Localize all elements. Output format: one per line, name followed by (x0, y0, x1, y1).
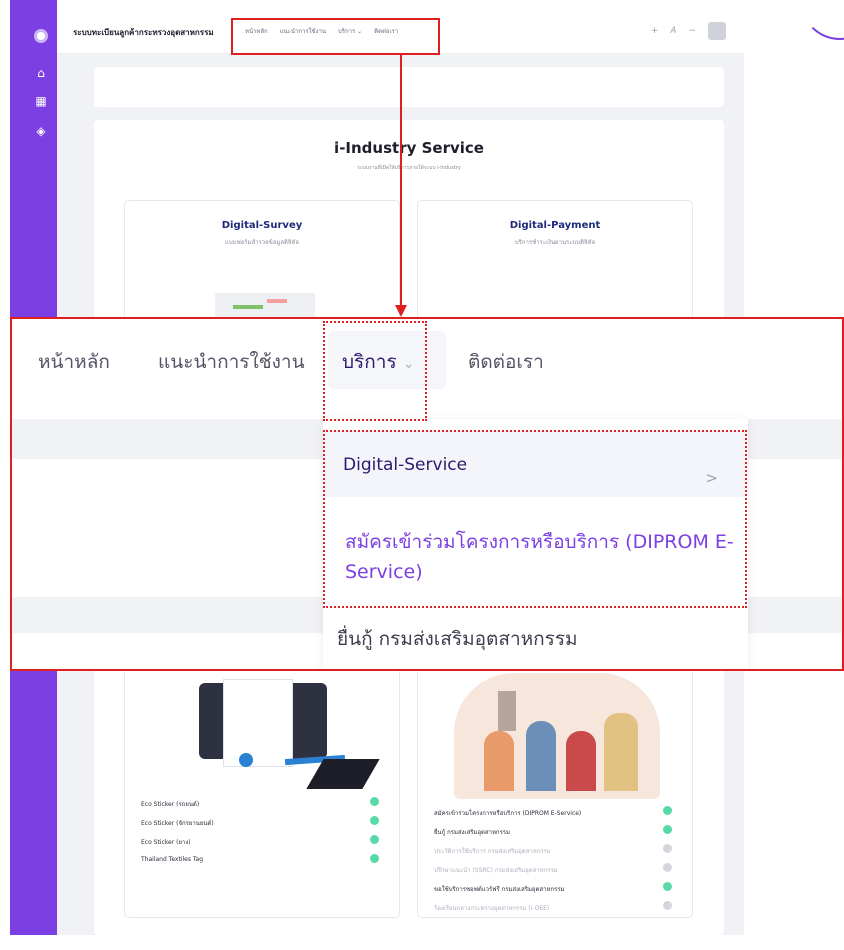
survey-card[interactable]: Digital-Survey แบบฟอร์มสำรวจข้อมูลดิจิทั… (124, 200, 400, 321)
corner-arc-decoration (810, 890, 844, 950)
check-icon (663, 825, 672, 834)
page-title: i-Industry Service (334, 139, 484, 157)
annotation-dotted-services (323, 321, 427, 421)
check-icon (370, 854, 379, 863)
annotation-arrow-line (400, 55, 402, 308)
banner-card (94, 67, 724, 107)
avatar[interactable] (708, 22, 726, 40)
disabled-icon (663, 844, 672, 853)
screenshot-frame: ⌂ ▦ ◈ ระบบทะเบียนลูกค้ากระทรวงอุตสาหกรรม… (0, 0, 844, 935)
zoom-nav-contact[interactable]: ติดต่อเรา (468, 347, 544, 377)
grid-icon[interactable]: ▦ (34, 94, 48, 108)
zoom-nav-home[interactable]: หน้าหลัก (38, 347, 110, 377)
page-subtitle: ระบบงานที่เปิดให้บริการภายใต้ระบบ i-Indu… (357, 165, 461, 171)
menu-item-loan[interactable]: ยื่นกู้ กรมส่งเสริมอุตสาหกรรม (337, 624, 578, 654)
annotation-nav-box (231, 18, 440, 55)
payment-card[interactable]: Digital-Payment บริการชำระเงินผ่านระบบดิ… (417, 200, 693, 320)
annotation-arrow-head-icon (395, 305, 407, 317)
survey-card-title: Digital-Survey (221, 220, 303, 231)
signing-illustration-icon (195, 679, 380, 789)
check-icon (663, 882, 672, 891)
disabled-icon (663, 901, 672, 910)
payment-card-title: Digital-Payment (509, 220, 601, 231)
team-illustration-icon (454, 673, 660, 799)
top-right-controls: + A − (651, 22, 726, 40)
layers-icon[interactable]: ◈ (34, 124, 48, 138)
check-icon (370, 816, 379, 825)
check-icon (663, 806, 672, 815)
font-size-icon[interactable]: A (670, 26, 676, 36)
payment-card-desc: บริการชำระเงินผ่านระบบดิจิทัล (514, 239, 596, 246)
app-title: ระบบทะเบียนลูกค้ากระทรวงอุตสาหกรรม (73, 28, 214, 37)
annotation-dotted-menu (323, 430, 747, 608)
corner-arc-decoration (800, 0, 844, 40)
zoom-panel: หน้าหลัก แนะนำการใช้งาน บริการ ⌄ ติดต่อเ… (10, 317, 844, 671)
zoom-nav-guide[interactable]: แนะนำการใช้งาน (158, 347, 305, 377)
home-icon[interactable]: ⌂ (34, 66, 48, 80)
digital-service-card[interactable]: สมัครเข้าร่วมโครงการหรือบริการ (DIPROM E… (417, 660, 693, 918)
check-icon (370, 797, 379, 806)
app-logo-icon[interactable] (34, 29, 48, 43)
check-icon (370, 835, 379, 844)
disabled-icon (663, 863, 672, 872)
font-decrease-button[interactable]: − (688, 26, 696, 36)
font-increase-button[interactable]: + (651, 26, 659, 36)
eco-sticker-card[interactable]: Eco Sticker (รถยนต์) Eco Sticker (จักรยา… (124, 660, 400, 918)
survey-card-desc: แบบฟอร์มสำรวจข้อมูลดิจิทัล (224, 239, 300, 246)
